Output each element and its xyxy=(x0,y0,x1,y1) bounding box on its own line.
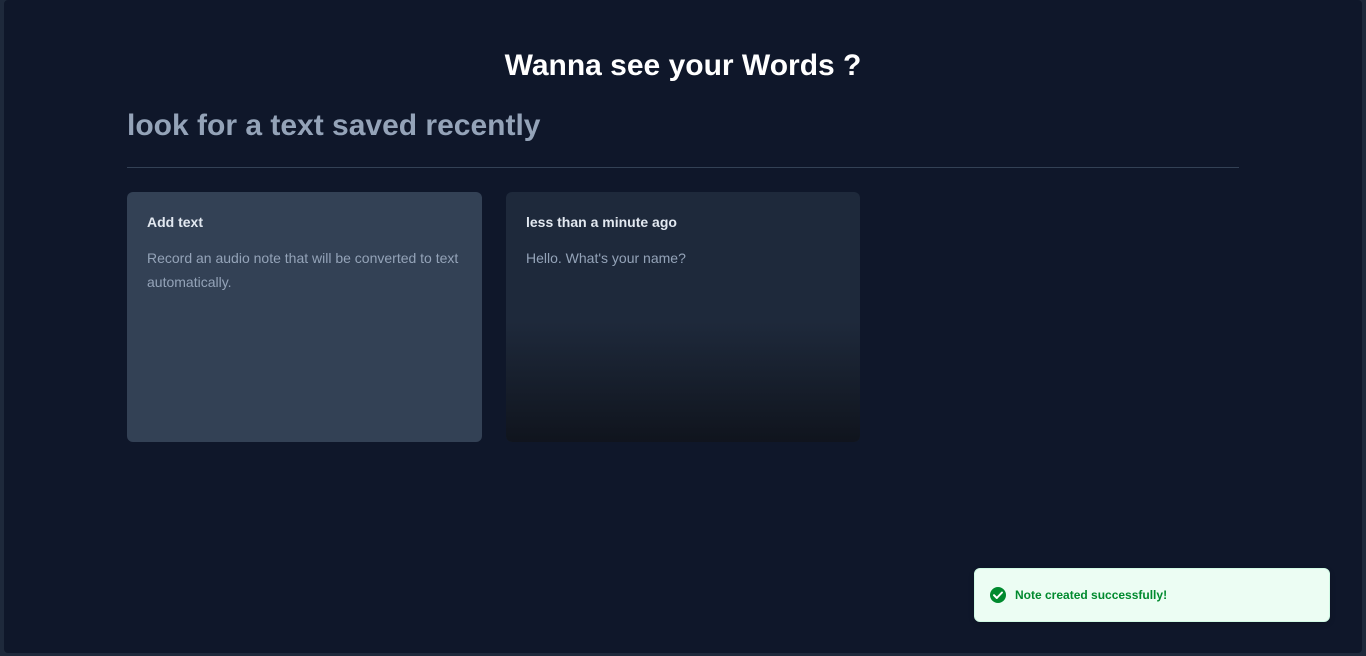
divider xyxy=(127,167,1239,168)
search-input[interactable] xyxy=(127,104,1239,148)
note-content: Hello. What's your name? xyxy=(526,250,686,266)
add-text-card[interactable]: Add text Record an audio note that will … xyxy=(127,192,482,442)
note-timestamp: less than a minute ago xyxy=(526,214,677,230)
app-frame: Wanna see your Words ? Add text Record a… xyxy=(4,0,1362,653)
check-circle-icon xyxy=(989,586,1007,604)
page-title: Wanna see your Words ? xyxy=(504,49,862,82)
card-title: Add text xyxy=(147,214,203,230)
note-card[interactable]: less than a minute ago Hello. What's you… xyxy=(506,192,860,442)
toast-message: Note created successfully! xyxy=(1015,588,1168,602)
card-description: Record an audio note that will be conver… xyxy=(147,250,459,290)
toast-notification: Note created successfully! xyxy=(974,568,1330,622)
